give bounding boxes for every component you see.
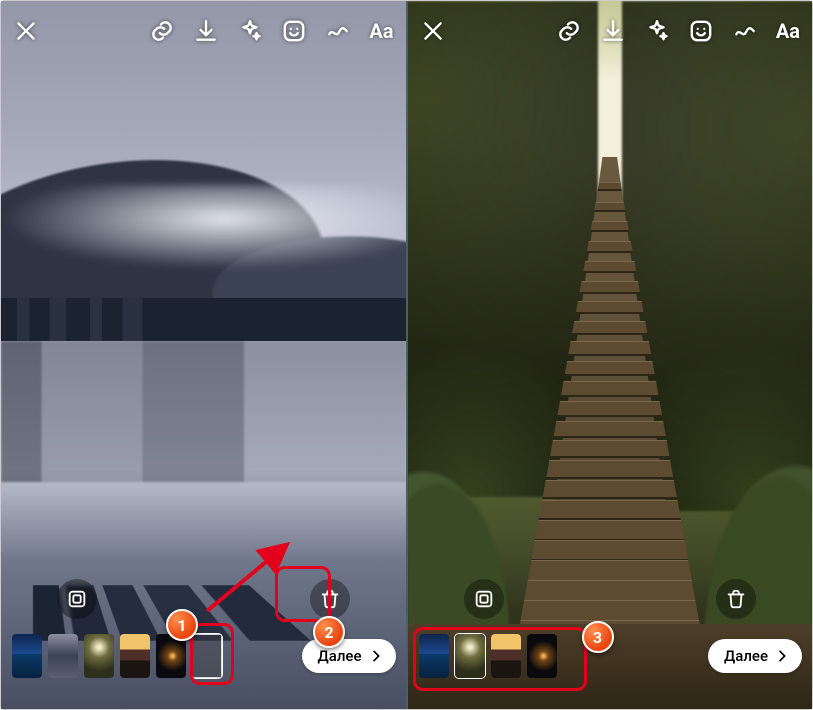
thumb-1[interactable] bbox=[11, 633, 43, 679]
sparkle-icon[interactable] bbox=[237, 18, 263, 44]
text-tool[interactable]: Aa bbox=[776, 19, 800, 43]
sparkle-icon[interactable] bbox=[644, 18, 670, 44]
top-toolbar: Aa bbox=[1, 7, 406, 55]
top-toolbar: Aa bbox=[408, 7, 813, 55]
link-icon[interactable] bbox=[149, 18, 175, 44]
thumb-4[interactable] bbox=[526, 633, 558, 679]
next-label: Далее bbox=[724, 647, 768, 665]
next-button[interactable]: Далее bbox=[302, 639, 396, 673]
layout-icon[interactable] bbox=[57, 579, 97, 619]
sticker-icon[interactable] bbox=[688, 18, 714, 44]
download-icon[interactable] bbox=[600, 18, 626, 44]
thumb-5[interactable] bbox=[155, 633, 187, 679]
download-icon[interactable] bbox=[193, 18, 219, 44]
thumb-3[interactable] bbox=[83, 633, 115, 679]
close-icon[interactable] bbox=[13, 18, 39, 44]
trash-icon[interactable] bbox=[310, 579, 350, 619]
phone-right: Aa Далее 3 bbox=[408, 1, 813, 709]
phone-left: Aa Далее 1 2 bbox=[1, 1, 406, 709]
thumb-2[interactable] bbox=[47, 633, 79, 679]
thumb-strip bbox=[11, 633, 223, 679]
screenshot-container: Aa Далее 1 2 bbox=[0, 0, 813, 710]
sticker-icon[interactable] bbox=[281, 18, 307, 44]
text-tool[interactable]: Aa bbox=[369, 19, 393, 43]
thumb-strip bbox=[418, 633, 558, 679]
trash-icon[interactable] bbox=[716, 579, 756, 619]
next-button[interactable]: Далее bbox=[708, 639, 802, 673]
close-icon[interactable] bbox=[420, 18, 446, 44]
bottom-panel: Далее bbox=[408, 579, 813, 709]
thumb-4[interactable] bbox=[119, 633, 151, 679]
link-icon[interactable] bbox=[556, 18, 582, 44]
bottom-panel: Далее bbox=[1, 579, 406, 709]
next-label: Далее bbox=[318, 647, 362, 665]
thumb-2[interactable] bbox=[454, 633, 486, 679]
thumb-1[interactable] bbox=[418, 633, 450, 679]
layout-icon[interactable] bbox=[464, 579, 504, 619]
thumb-6[interactable] bbox=[191, 633, 223, 679]
thumb-3[interactable] bbox=[490, 633, 522, 679]
draw-icon[interactable] bbox=[325, 18, 351, 44]
draw-icon[interactable] bbox=[732, 18, 758, 44]
